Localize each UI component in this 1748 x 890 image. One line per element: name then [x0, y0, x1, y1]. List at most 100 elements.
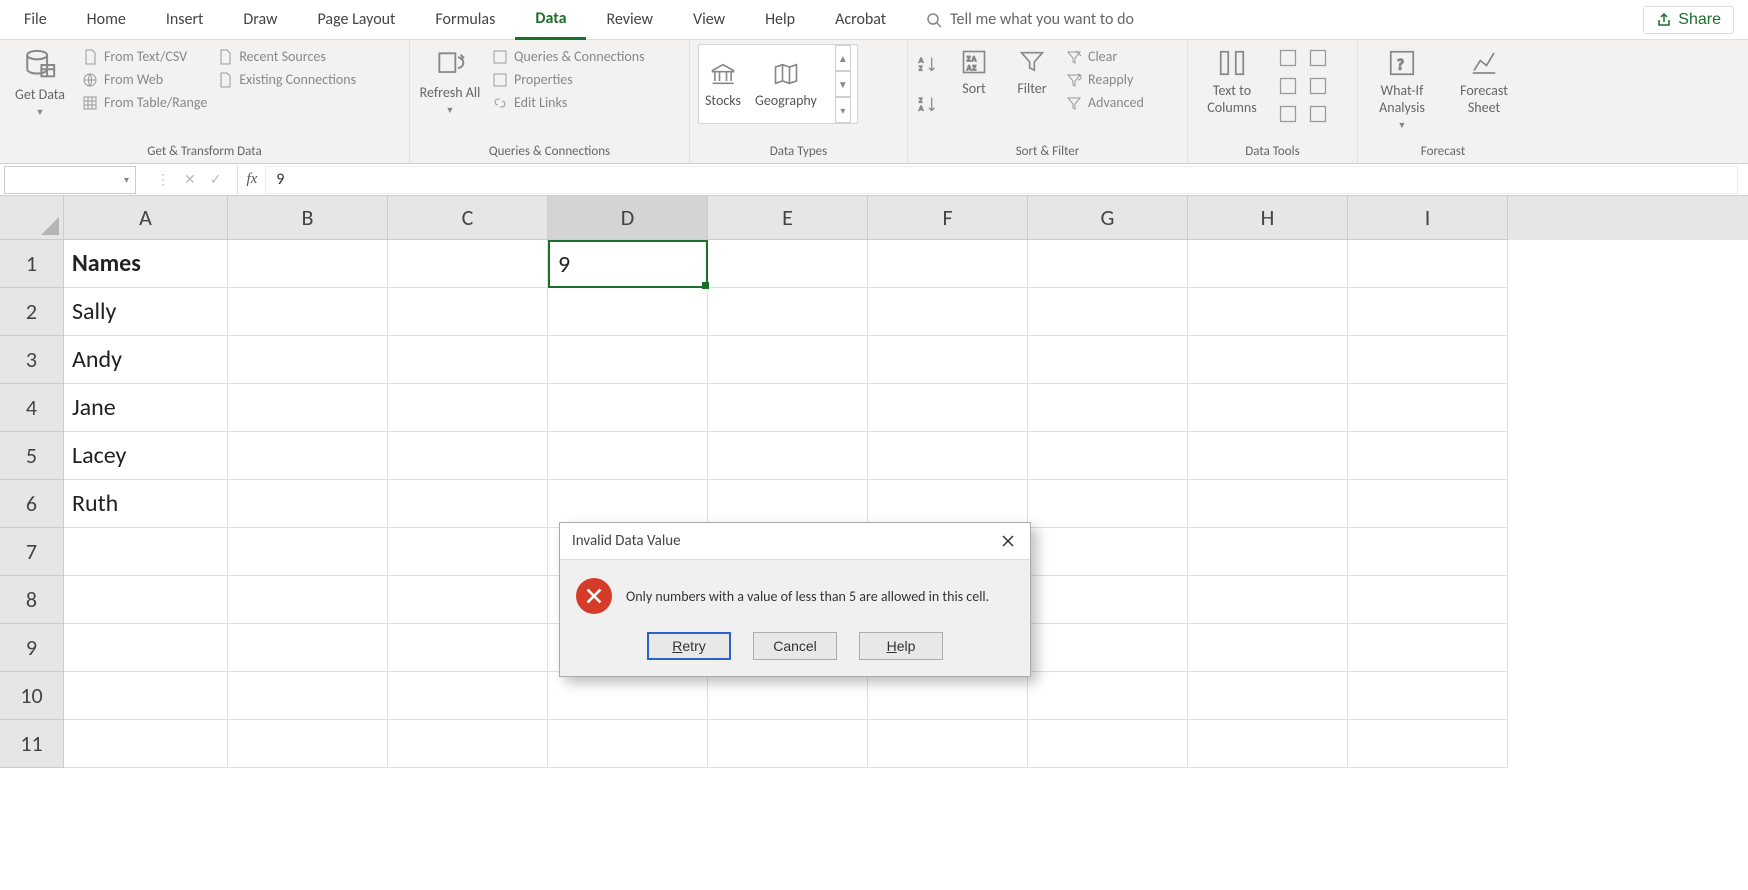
row-header-11[interactable]: 11	[0, 720, 64, 768]
from-table-range-button[interactable]: From Table/Range	[82, 94, 207, 111]
stocks-button[interactable]: Stocks	[705, 60, 741, 109]
row-header-7[interactable]: 7	[0, 528, 64, 576]
sort-asc-icon[interactable]: AZ	[916, 54, 940, 76]
flash-fill-icon[interactable]	[1278, 48, 1298, 68]
cell-G6[interactable]	[1028, 480, 1188, 528]
get-data-button[interactable]: Get Data ▼	[8, 44, 72, 118]
cell-B11[interactable]	[228, 720, 388, 768]
cell-H10[interactable]	[1188, 672, 1348, 720]
row-header-3[interactable]: 3	[0, 336, 64, 384]
help-button[interactable]: Help	[859, 632, 943, 660]
cell-E6[interactable]	[708, 480, 868, 528]
cell-B1[interactable]	[228, 240, 388, 288]
cell-B9[interactable]	[228, 624, 388, 672]
cell-E3[interactable]	[708, 336, 868, 384]
scroll-down-icon[interactable]: ▼	[835, 71, 851, 97]
close-button[interactable]	[998, 531, 1018, 551]
cell-G8[interactable]	[1028, 576, 1188, 624]
cell-I11[interactable]	[1348, 720, 1508, 768]
cell-I3[interactable]	[1348, 336, 1508, 384]
cell-A1[interactable]: Names	[64, 240, 228, 288]
expand-icon[interactable]: ⋮	[156, 171, 170, 188]
data-types-gallery[interactable]: Stocks Geography ▲ ▼ ▾	[698, 44, 858, 124]
cell-B7[interactable]	[228, 528, 388, 576]
data-model-icon[interactable]	[1308, 104, 1328, 124]
formula-input[interactable]: 9	[265, 166, 1738, 194]
sort-button[interactable]: Z AA Z Sort	[950, 44, 998, 97]
cell-I9[interactable]	[1348, 624, 1508, 672]
share-button[interactable]: Share	[1643, 6, 1734, 34]
row-header-2[interactable]: 2	[0, 288, 64, 336]
cell-D6[interactable]	[548, 480, 708, 528]
cell-G3[interactable]	[1028, 336, 1188, 384]
data-validation-icon[interactable]	[1278, 76, 1298, 96]
cell-D2[interactable]	[548, 288, 708, 336]
cell-B3[interactable]	[228, 336, 388, 384]
cell-B10[interactable]	[228, 672, 388, 720]
cell-H5[interactable]	[1188, 432, 1348, 480]
enter-icon[interactable]: ✓	[210, 171, 222, 188]
cell-F11[interactable]	[868, 720, 1028, 768]
col-header-A[interactable]: A	[64, 196, 228, 240]
cell-G10[interactable]	[1028, 672, 1188, 720]
cell-C11[interactable]	[388, 720, 548, 768]
retry-button[interactable]: Retry	[647, 632, 731, 660]
consolidate-icon[interactable]	[1308, 76, 1328, 96]
cell-C9[interactable]	[388, 624, 548, 672]
cell-A3[interactable]: Andy	[64, 336, 228, 384]
cell-C1[interactable]	[388, 240, 548, 288]
name-box[interactable]	[4, 166, 136, 194]
cell-D1[interactable]: 9	[548, 240, 708, 288]
cell-A5[interactable]: Lacey	[64, 432, 228, 480]
cell-G4[interactable]	[1028, 384, 1188, 432]
tab-file[interactable]: File	[4, 0, 67, 40]
cell-A7[interactable]	[64, 528, 228, 576]
cell-B2[interactable]	[228, 288, 388, 336]
cell-C10[interactable]	[388, 672, 548, 720]
col-header-B[interactable]: B	[228, 196, 388, 240]
from-text-csv-button[interactable]: From Text/CSV	[82, 48, 207, 65]
tab-data[interactable]: Data	[515, 0, 586, 40]
cell-B6[interactable]	[228, 480, 388, 528]
gallery-scroll[interactable]: ▲ ▼ ▾	[835, 45, 851, 123]
from-web-button[interactable]: From Web	[82, 71, 207, 88]
cell-I4[interactable]	[1348, 384, 1508, 432]
cell-G5[interactable]	[1028, 432, 1188, 480]
forecast-sheet-button[interactable]: Forecast Sheet	[1448, 44, 1520, 116]
cancel-icon[interactable]: ✕	[184, 171, 196, 188]
tell-me-search[interactable]: Tell me what you want to do	[926, 10, 1134, 29]
tab-formulas[interactable]: Formulas	[415, 0, 515, 40]
row-header-4[interactable]: 4	[0, 384, 64, 432]
row-header-10[interactable]: 10	[0, 672, 64, 720]
cell-A4[interactable]: Jane	[64, 384, 228, 432]
cell-C8[interactable]	[388, 576, 548, 624]
cell-C2[interactable]	[388, 288, 548, 336]
existing-connections-button[interactable]: Existing Connections	[217, 71, 356, 88]
cell-B5[interactable]	[228, 432, 388, 480]
tab-review[interactable]: Review	[586, 0, 673, 40]
cell-E2[interactable]	[708, 288, 868, 336]
tab-home[interactable]: Home	[67, 0, 146, 40]
cell-D4[interactable]	[548, 384, 708, 432]
cell-I1[interactable]	[1348, 240, 1508, 288]
cell-H3[interactable]	[1188, 336, 1348, 384]
cell-H9[interactable]	[1188, 624, 1348, 672]
tab-acrobat[interactable]: Acrobat	[815, 0, 906, 40]
cell-E1[interactable]	[708, 240, 868, 288]
cell-H8[interactable]	[1188, 576, 1348, 624]
col-header-H[interactable]: H	[1188, 196, 1348, 240]
cell-E5[interactable]	[708, 432, 868, 480]
cell-F2[interactable]	[868, 288, 1028, 336]
cell-B4[interactable]	[228, 384, 388, 432]
recent-sources-button[interactable]: Recent Sources	[217, 48, 356, 65]
cell-F3[interactable]	[868, 336, 1028, 384]
refresh-all-button[interactable]: Refresh All ▼	[418, 44, 482, 116]
cell-G1[interactable]	[1028, 240, 1188, 288]
cell-I10[interactable]	[1348, 672, 1508, 720]
advanced-button[interactable]: Advanced	[1066, 94, 1144, 111]
tab-page-layout[interactable]: Page Layout	[298, 0, 416, 40]
cell-H4[interactable]	[1188, 384, 1348, 432]
cell-A2[interactable]: Sally	[64, 288, 228, 336]
cell-G11[interactable]	[1028, 720, 1188, 768]
row-header-8[interactable]: 8	[0, 576, 64, 624]
